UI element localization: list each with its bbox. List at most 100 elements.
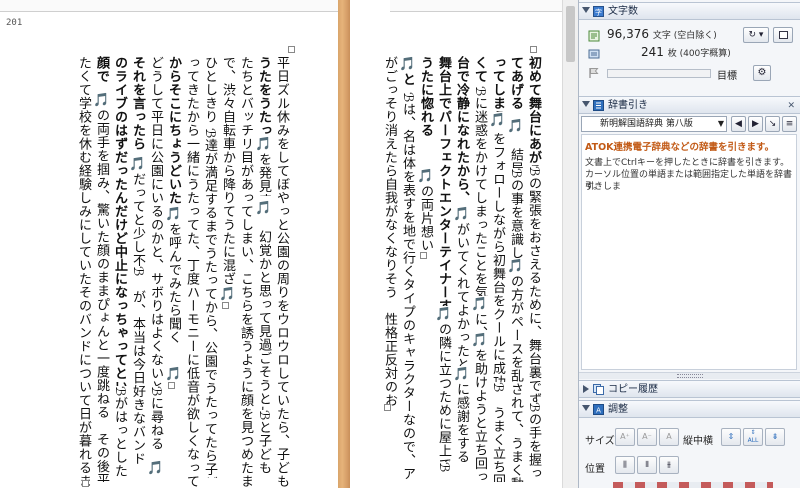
text-column[interactable]: ℬの事を意識しすぎた: [506, 168, 524, 258]
text-column[interactable]: 🎵の両手を掴み、驚いた顔のままぴょんと一度跳ねる その後平日のライブにして: [92, 92, 110, 482]
text-column[interactable]: 🎵の両片想い: [416, 168, 434, 252]
text-column[interactable]: 🎵がいてくれてよかったと: [452, 206, 470, 366]
text-column[interactable]: 平日ズル休みをしてぼやっと公園の周りをウロウロしていたら、子どもたちに囲まれ: [272, 56, 290, 488]
window-button[interactable]: [773, 27, 793, 43]
text-column[interactable]: ℬは、名は体を表すを地で行くタイプのキャラクターなので、アイデンティティ: [398, 92, 416, 482]
page-count: 241: [641, 45, 664, 59]
text-column[interactable]: 🎵に感謝をする: [452, 366, 470, 482]
text-column[interactable]: 🎵を呼んでみたら聞く: [164, 206, 182, 366]
paragraph-mark: [222, 302, 229, 309]
text-column[interactable]: がごっそり消えたら自我がなくなりそう 性格正反対のおうた好きコンビ: [380, 56, 398, 406]
size-up-button[interactable]: A⁺: [615, 428, 635, 446]
chevron-down-icon: ▼: [717, 119, 724, 128]
text-column[interactable]: ℬ: [434, 462, 452, 482]
tatechuyoko-label: 縦中横: [683, 436, 713, 447]
jump-button[interactable]: ↘: [765, 116, 780, 132]
text-column-bold[interactable]: のライブのはずだったんだけど中止になっちゃってという話をする。: [110, 56, 128, 386]
editor-area[interactable]: 201 平日ズル休みをしてぼやっと公園の周りをウロウロしていたら、子どもたちに囲…: [0, 0, 580, 488]
text-column[interactable]: ℬに迷惑をかけてしまったことを気にして謝る: [470, 86, 488, 296]
char-count-label: 文字 (空白除く): [652, 31, 717, 41]
next-button[interactable]: ▶: [748, 116, 763, 132]
history-panel-title: コピー履歴: [608, 384, 658, 395]
text-column-bold[interactable]: それを言ったら: [128, 56, 146, 156]
position-bottom-button[interactable]: ⫵: [659, 456, 679, 474]
text-column[interactable]: ℬの緊張をおさえるために、舞台裏でずっと: [524, 166, 542, 402]
arrow-right-icon: ▶: [752, 119, 759, 129]
text-column[interactable]: 🎵 結局: [506, 118, 524, 168]
chevron-down-icon[interactable]: [582, 101, 590, 107]
text-column[interactable]: ℬ が、本当は今日好きなバンド: [128, 266, 146, 482]
dictionary-result-area[interactable]: ATOK連携電子辞典などの辞書を引きます。 文書上でCtrlキーを押したときに辞…: [581, 134, 797, 370]
window-icon: [779, 31, 788, 39]
tatechuyoko-all-button[interactable]: ⇕ ALL: [743, 428, 763, 446]
text-column[interactable]: ℬがはっとした: [110, 386, 128, 482]
position-top-button[interactable]: ⫼: [615, 456, 635, 474]
chevron-down-icon[interactable]: [582, 405, 590, 411]
text-column[interactable]: ℬと子ども: [254, 410, 272, 480]
text-column[interactable]: 🎵の方がペースを乱されて、うまく動けなくな: [506, 258, 524, 482]
font-size-reset-icon: A: [666, 432, 672, 441]
svg-text:A: A: [596, 407, 601, 415]
history-panel-header[interactable]: コピー履歴: [579, 380, 800, 398]
chevron-right-icon[interactable]: [583, 385, 589, 393]
text-column[interactable]: ℬ達が満足するまでうたってから、公園でうたってたら子どもたちが集ま: [200, 128, 218, 478]
text-column[interactable]: 🎵に、: [470, 296, 488, 332]
list-icon: ≡: [785, 119, 794, 129]
text-column[interactable]: ってきたから一緒にうたってた、丁度ハーモニーに低音が欲しくなってきたところだった: [182, 56, 200, 488]
tatechuyoko-button[interactable]: ⇕: [721, 428, 741, 446]
text-column[interactable]: ℬ うまく立ち回れな: [488, 382, 506, 482]
text-column-bold[interactable]: くて: [470, 56, 488, 86]
tatechuyoko-clear-button[interactable]: ⇟: [765, 428, 785, 446]
text-column[interactable]: たちとバッチリ目があってしまい、こちらを誘うように顔を見つめたままうたってきたの: [236, 56, 254, 488]
text-column[interactable]: ひとしきり: [200, 56, 218, 128]
scrollbar-thumb[interactable]: [566, 6, 575, 62]
text-column-bold[interactable]: 初めて舞台にあがる: [524, 56, 542, 166]
text-column[interactable]: 🎵だってと少し不服そうな顔をする: [128, 156, 146, 266]
dictionary-select[interactable]: 新明解国語辞典 第八版 ▼: [581, 116, 727, 132]
text-column[interactable]: ℬに尋ねる: [146, 386, 164, 460]
page-right[interactable]: 初めて舞台にあがる ℬの緊張をおさえるために、舞台裏でずっと ℬの手を握っておい…: [350, 0, 562, 488]
close-icon[interactable]: ✕: [787, 100, 795, 112]
text-column-bold[interactable]: 台で冷静になれたから、: [452, 56, 470, 206]
text-column[interactable]: 🎵の隣に立つために屋上で練習する: [434, 306, 452, 462]
text-column[interactable]: たくて学校を休む経験しみにしていたそのバンドについて日が暮れるまで話し込む: [74, 56, 92, 488]
text-column[interactable]: 🎵を発見する: [254, 136, 272, 196]
panel-resize-grip[interactable]: [579, 372, 800, 379]
adjust-panel-header[interactable]: A 調整: [579, 400, 800, 418]
size-reset-button[interactable]: A: [659, 428, 679, 446]
list-button[interactable]: ≡: [782, 116, 797, 132]
text-column-bold[interactable]: うたをうたっている: [254, 56, 272, 136]
text-column[interactable]: 🎵: [488, 112, 506, 132]
refresh-button[interactable]: ↻ ▾: [743, 27, 769, 43]
dictionary-icon: [593, 100, 604, 111]
text-column-bold[interactable]: てあげる: [506, 56, 524, 118]
editor-scrollbar[interactable]: [562, 0, 578, 488]
text-column-bold[interactable]: 顔で: [92, 56, 110, 92]
text-column[interactable]: ℬの手を握っておい: [524, 402, 542, 482]
size-label: サイズ: [585, 436, 615, 447]
stats-panel-header[interactable]: 字 文字数: [579, 2, 800, 20]
text-column[interactable]: 🎵を助けようと立ち回った: [470, 332, 488, 482]
tatechuyoko-all-icon: ⇕: [750, 429, 756, 436]
text-column-bold[interactable]: 舞台上でパーフェクトエンターテイナーする: [434, 56, 452, 306]
text-column[interactable]: 🎵 幻覚かと思って見過ごそうとしたら、: [254, 200, 272, 410]
size-down-button[interactable]: A⁻: [637, 428, 657, 446]
text-column[interactable]: どうして平日に公園にいるのかと、サボりはよくないといった口ぶりで: [146, 56, 164, 386]
goal-settings-button[interactable]: ⚙: [753, 65, 771, 81]
stats-panel-body: 96,376 文字 (空白除く) ↻ ▾ 241 枚 (400字概算) 目標 ⚙: [579, 22, 800, 92]
chevron-down-icon[interactable]: [582, 7, 590, 13]
text-column[interactable]: で、渋々自転車から降りてうたに混ざりに行く: [218, 56, 236, 286]
page-left[interactable]: 201 平日ズル休みをしてぼやっと公園の周りをウロウロしていたら、子どもたちに囲…: [0, 0, 338, 488]
text-column[interactable]: 🎵: [146, 460, 164, 482]
prev-button[interactable]: ◀: [731, 116, 746, 132]
atok-link[interactable]: ATOK連携電子辞典などの辞書を引きます。: [585, 139, 774, 153]
dict-panel-header[interactable]: 辞書引き ✕: [579, 96, 800, 114]
gear-icon: ⚙: [757, 67, 767, 78]
color-palette-row[interactable]: [613, 482, 773, 488]
text-column-bold[interactable]: 🎵と: [398, 56, 416, 92]
text-column-bold[interactable]: からそこにちょうどいた: [164, 56, 182, 206]
text-column-bold[interactable]: うたに惚れる: [416, 56, 434, 168]
text-column-bold[interactable]: ってしまう: [488, 56, 506, 112]
position-middle-button[interactable]: ⫴: [637, 456, 657, 474]
text-column[interactable]: をフォローしながら初舞台をクールに成功させる: [488, 132, 506, 382]
